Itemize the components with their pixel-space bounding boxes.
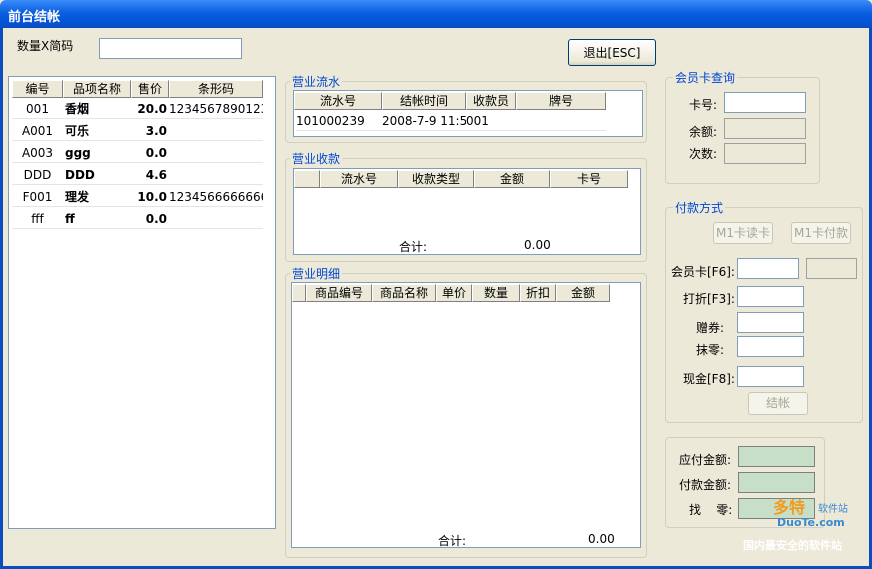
cash-input[interactable] [737,366,804,387]
cell-price: 10.0 [131,187,169,207]
cell-plate [516,111,606,131]
exit-button[interactable]: 退出[ESC] [568,39,656,66]
details-total-value: 0.00 [588,532,615,546]
col-header-plate[interactable]: 牌号 [516,92,606,110]
round-off-input[interactable] [737,336,804,357]
payable-field [738,446,815,467]
m1-read-button[interactable]: M1卡读卡 [713,222,773,244]
cell-price: 0.0 [131,143,169,163]
cell-price: 4.6 [131,165,169,185]
details-total-label: 合计: [438,534,467,548]
details-table[interactable]: 商品编号 商品名称 单价 数量 折扣 金额 合计: 0.00 [291,282,641,548]
col-header-cashier[interactable]: 收款员 [466,92,516,110]
cell-barcode [169,209,263,229]
col-header-blank[interactable] [292,284,306,302]
product-list[interactable]: 编号 品项名称 售价 条形码 001 香烟 20.0 1234567890123… [8,76,276,529]
receipts-group-label: 营业收款 [290,150,343,167]
col-header-serial[interactable]: 流水号 [320,170,398,188]
round-off-label: 抹零: [696,343,725,357]
cell-name: DDD [63,165,131,185]
voucher-input[interactable] [737,312,804,333]
col-header-barcode[interactable]: 条形码 [169,80,263,98]
title-bar: 前台结帐 [0,0,872,28]
cell-name: 可乐 [63,121,131,141]
cell-cashier: 001 [466,111,516,131]
qty-code-label: 数量X简码 [17,39,74,53]
col-header-discount[interactable]: 折扣 [520,284,556,302]
flow-group-label: 营业流水 [290,73,343,90]
col-header-serial[interactable]: 流水号 [294,92,382,110]
discount-label: 打折[F3]: [683,292,735,306]
voucher-label: 赠券: [696,321,725,335]
times-label: 次数: [689,147,718,161]
checkout-window: 数量X简码 退出[ESC] 编号 品项名称 售价 条形码 001 香烟 20.0… [0,28,872,569]
settle-button[interactable]: 结帐 [748,392,808,415]
cell-barcode: 1234566666666 [169,187,263,207]
cell-name: ggg [63,143,131,163]
watermark-brand: 多特 [773,498,806,517]
card-no-label: 卡号: [689,98,718,112]
member-card-input[interactable] [737,258,799,279]
window-title: 前台结帐 [8,10,61,25]
col-header-unit-price[interactable]: 单价 [436,284,472,302]
cell-time: 2008-7-9 11:5( [382,111,466,131]
cell-code: A003 [12,143,63,163]
cell-barcode: 1234567890123 [169,99,263,119]
balance-label: 余额: [689,125,718,139]
details-group-label: 营业明细 [290,265,343,282]
col-header-amount[interactable]: 金额 [556,284,610,302]
cell-price: 20.0 [131,99,169,119]
watermark-slogan: 国内最安全的软件站 [743,539,842,552]
cell-code: F001 [12,187,63,207]
flow-table[interactable]: 流水号 结帐时间 收款员 牌号 101000239 2008-7-9 11:5(… [293,90,643,137]
col-header-item-code[interactable]: 商品编号 [306,284,372,302]
cell-barcode [169,121,263,141]
card-no-input[interactable] [724,92,806,113]
receipts-table[interactable]: 流水号 收款类型 金额 卡号 合计: 0.00 [293,168,641,255]
col-header-blank[interactable] [294,170,320,188]
col-header-price[interactable]: 售价 [131,80,169,98]
discount-input[interactable] [737,286,804,307]
watermark-brand-sub: 软件站 [818,504,848,515]
member-query-group-label: 会员卡查询 [673,69,738,86]
m1-pay-button[interactable]: M1卡付款 [791,222,851,244]
col-header-type[interactable]: 收款类型 [398,170,474,188]
cell-price: 0.0 [131,209,169,229]
col-header-name[interactable]: 品项名称 [63,80,131,98]
member-card-extra-field [806,258,857,279]
payment-group-label: 付款方式 [673,199,726,216]
cell-name: ff [63,209,131,229]
change-label: 找 零: [689,503,733,517]
receipts-total-label: 合计: [399,240,428,254]
paid-field [738,472,815,493]
qty-code-input[interactable] [99,38,242,59]
payable-label: 应付金额: [679,453,732,467]
cell-name: 理发 [63,187,131,207]
cell-name: 香烟 [63,99,131,119]
paid-label: 付款金额: [679,478,732,492]
cell-code: DDD [12,165,63,185]
col-header-item-name[interactable]: 商品名称 [372,284,436,302]
cell-code: 001 [12,99,63,119]
cell-code: A001 [12,121,63,141]
col-header-amount[interactable]: 金额 [474,170,550,188]
cell-price: 3.0 [131,121,169,141]
col-header-time[interactable]: 结帐时间 [382,92,466,110]
cash-label: 现金[F8]: [683,372,735,386]
cell-barcode [169,165,263,185]
cell-barcode [169,143,263,163]
col-header-code[interactable]: 编号 [12,80,63,98]
watermark-site: DuoTe.com [777,516,845,529]
times-field [724,143,806,164]
col-header-card[interactable]: 卡号 [550,170,628,188]
col-header-qty[interactable]: 数量 [472,284,520,302]
cell-serial: 101000239 [296,111,382,131]
member-card-label: 会员卡[F6]: [671,265,735,279]
balance-field [724,118,806,139]
cell-code: fff [12,209,63,229]
receipts-total-value: 0.00 [524,238,551,252]
